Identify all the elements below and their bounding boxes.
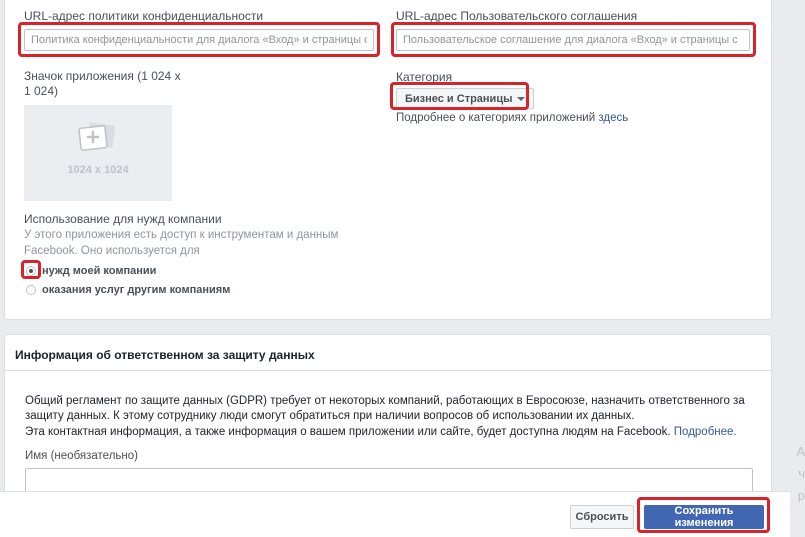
radio-unchecked-icon[interactable] bbox=[26, 285, 36, 295]
terms-of-service-input[interactable] bbox=[396, 29, 750, 51]
photo-add-icon bbox=[76, 121, 120, 162]
icon-size-text: 1024 x 1024 bbox=[67, 164, 129, 176]
offscreen-text-fragment: ч bbox=[798, 466, 805, 481]
dpo-name-label: Имя (необязательно) bbox=[25, 450, 138, 462]
data-protection-title: Информация об ответственном за защиту да… bbox=[15, 348, 315, 362]
radio-option-other-companies[interactable]: оказания услуг другим компаниям bbox=[26, 284, 230, 296]
category-hint-text: Подробнее о категориях приложений bbox=[396, 112, 599, 124]
terms-of-service-label: URL-адрес Пользовательского соглашения bbox=[396, 9, 638, 23]
offscreen-text-fragment: р bbox=[797, 488, 805, 503]
save-changes-button[interactable]: Сохранить изменения bbox=[644, 505, 764, 529]
category-label: Категория bbox=[396, 70, 453, 84]
radio-option-label: нужд моей компании bbox=[42, 265, 157, 277]
category-dropdown[interactable]: Бизнес и Страницы bbox=[396, 88, 535, 109]
privacy-policy-input[interactable] bbox=[24, 29, 374, 51]
reset-button[interactable]: Сбросить bbox=[570, 505, 634, 529]
gdpr-paragraph-line2: защиту данных. К этому сотруднику люди с… bbox=[25, 410, 635, 422]
app-icon-label-line2: 1 024) bbox=[24, 84, 59, 98]
gdpr-more-link[interactable]: Подробнее. bbox=[674, 426, 737, 438]
category-hint: Подробнее о категориях приложений здесь bbox=[396, 110, 628, 126]
gdpr-paragraph-text: Эта контактная информация, а также инфор… bbox=[25, 426, 674, 438]
radio-option-label: оказания услуг другим компаниям bbox=[42, 284, 231, 296]
gdpr-paragraph-line3: Эта контактная информация, а также инфор… bbox=[25, 425, 737, 440]
radio-option-own-business[interactable]: нужд моей компании bbox=[26, 265, 156, 277]
category-selected-value: Бизнес и Страницы bbox=[405, 92, 513, 105]
category-hint-link[interactable]: здесь bbox=[598, 112, 628, 124]
data-protection-panel: Информация об ответственном за защиту да… bbox=[4, 334, 772, 514]
app-icon-label-line1: Значок приложения (1 024 x bbox=[24, 69, 181, 83]
divider bbox=[5, 370, 771, 371]
footer-action-bar: Сбросить Сохранить изменения bbox=[0, 491, 790, 537]
business-use-hint-line1: У этого приложения есть доступ к инструм… bbox=[24, 229, 339, 241]
business-use-hint-line2: Facebook. Оно используется для bbox=[24, 245, 200, 257]
offscreen-text-fragment: A bbox=[796, 444, 805, 459]
privacy-policy-label: URL-адрес политики конфиденциальности bbox=[24, 9, 264, 23]
business-use-label: Использование для нужд компании bbox=[24, 212, 222, 226]
app-icon-upload[interactable]: 1024 x 1024 bbox=[24, 105, 172, 201]
radio-checked-icon[interactable] bbox=[26, 266, 36, 276]
gdpr-paragraph-line1: Общий регламент по защите данных (GDPR) … bbox=[25, 395, 745, 407]
chevron-down-icon bbox=[517, 96, 526, 101]
